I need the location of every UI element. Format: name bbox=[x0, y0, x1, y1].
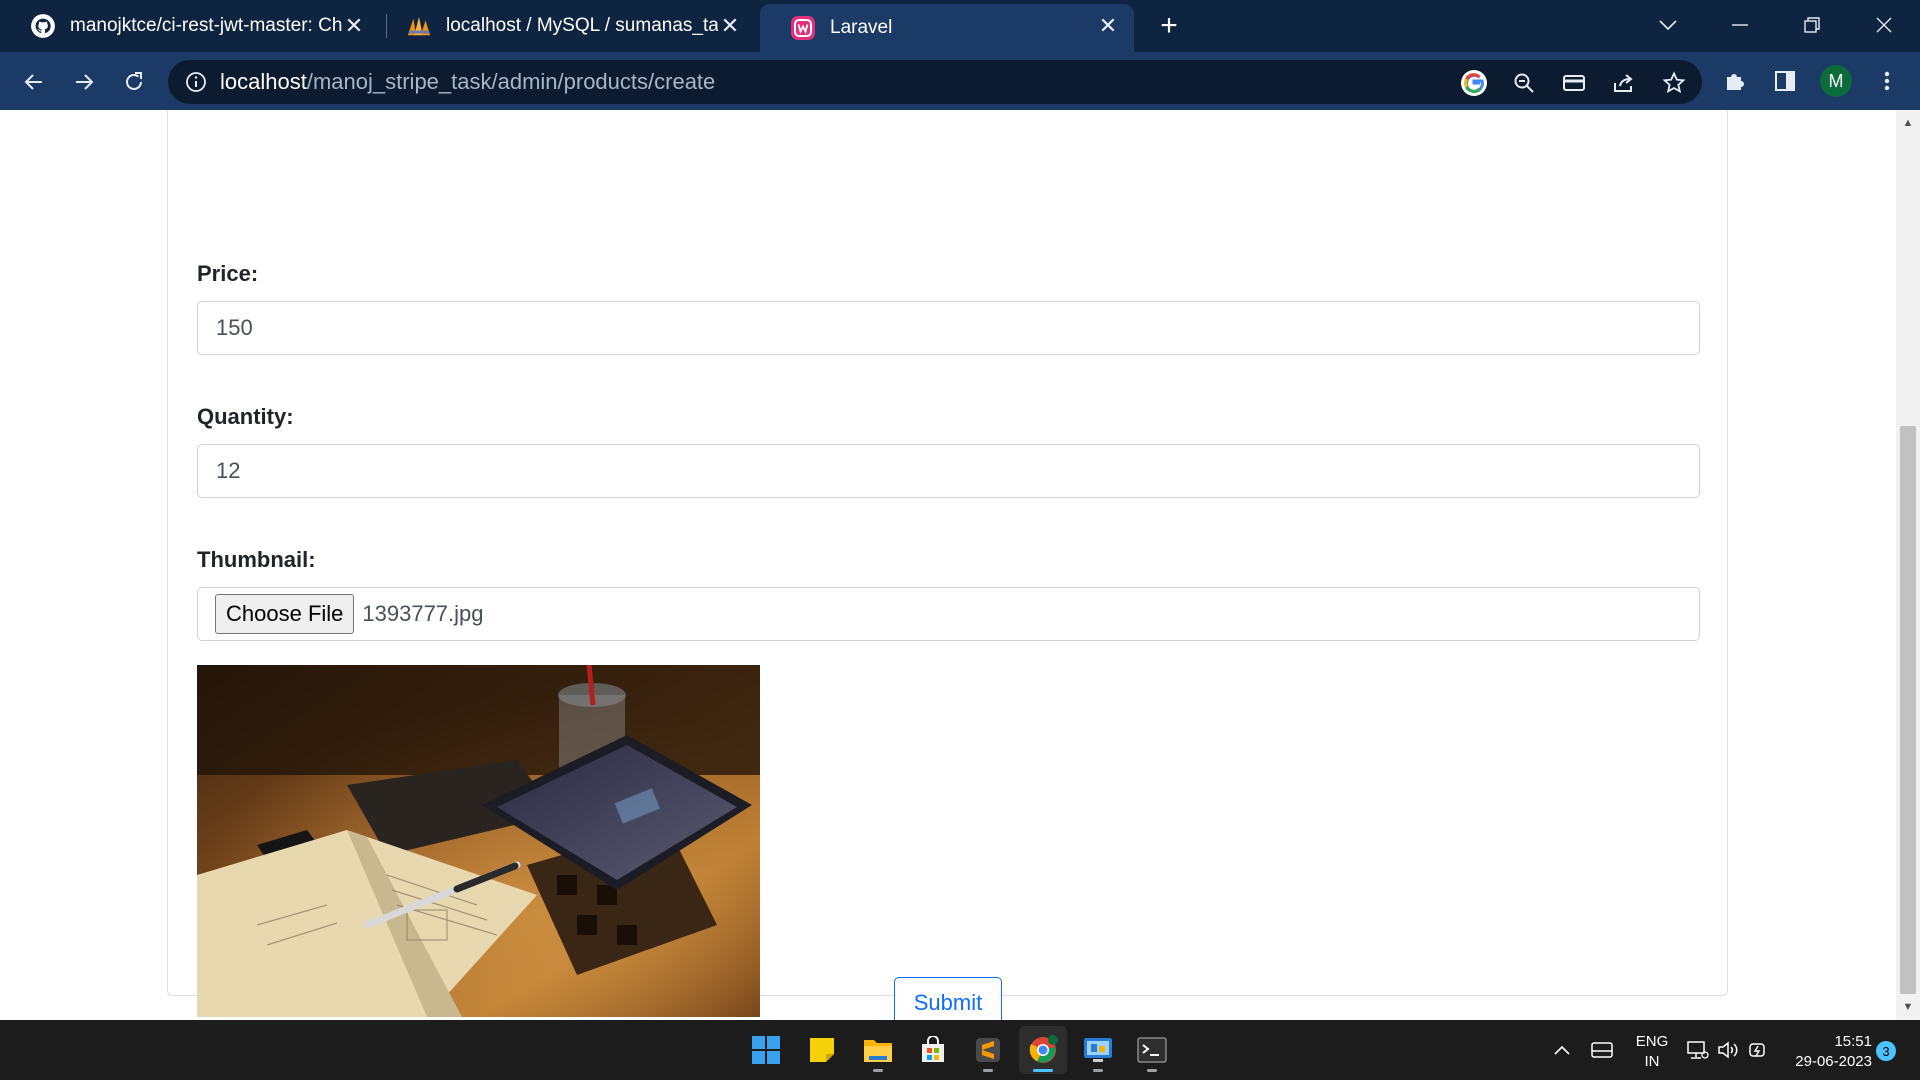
browser-tab-strip: manojktce/ci-rest-jwt-master: Ch ✕ local… bbox=[0, 0, 1920, 52]
file-explorer-icon[interactable] bbox=[854, 1026, 902, 1074]
quantity-input[interactable]: 12 bbox=[197, 444, 1700, 498]
scroll-down-arrow-icon[interactable]: ▼ bbox=[1896, 998, 1920, 1016]
new-tab-icon[interactable]: + bbox=[1153, 9, 1185, 42]
running-indicator bbox=[1033, 1069, 1053, 1072]
tab-title: Laravel bbox=[830, 17, 893, 38]
address-bar[interactable]: localhost/manoj_stripe_task/admin/produc… bbox=[168, 60, 1702, 104]
volume-icon[interactable] bbox=[1714, 1020, 1742, 1080]
product-form-card: Price: 150 Quantity: 12 Thumbnail: Choos… bbox=[167, 110, 1728, 1020]
card-payment-icon[interactable] bbox=[1559, 68, 1589, 98]
running-indicator bbox=[873, 1069, 883, 1072]
battery-charging-icon[interactable] bbox=[1744, 1020, 1772, 1080]
bookmark-star-icon[interactable] bbox=[1659, 68, 1689, 98]
scroll-up-arrow-icon[interactable]: ▲ bbox=[1896, 114, 1920, 132]
tab-laravel[interactable]: Laravel ✕ bbox=[760, 4, 1134, 52]
close-tab-icon[interactable]: ✕ bbox=[1096, 13, 1120, 38]
notification-count-badge[interactable]: 3 bbox=[1876, 1041, 1896, 1061]
running-indicator bbox=[983, 1069, 993, 1072]
terminal-icon[interactable] bbox=[1128, 1026, 1176, 1074]
page-scrollbar[interactable]: ▲ ▼ bbox=[1896, 110, 1920, 1020]
side-panel-icon[interactable] bbox=[1770, 66, 1800, 96]
extensions-puzzle-icon[interactable] bbox=[1720, 66, 1750, 96]
running-indicator bbox=[1093, 1069, 1103, 1072]
site-info-icon[interactable] bbox=[184, 70, 208, 94]
selected-file-name: 1393777.jpg bbox=[362, 601, 484, 626]
price-input[interactable]: 150 bbox=[197, 301, 1700, 355]
tab-title: manojktce/ci-rest-jwt-master: Ch bbox=[70, 15, 342, 36]
choose-file-button[interactable]: Choose File bbox=[215, 594, 355, 634]
profile-avatar[interactable]: M bbox=[1820, 65, 1852, 97]
phpmyadmin-icon bbox=[406, 13, 432, 39]
thumbnail-label: Thumbnail: bbox=[197, 547, 316, 572]
clock-time: 15:51 bbox=[1834, 1033, 1872, 1050]
page-viewport: Price: 150 Quantity: 12 Thumbnail: Choos… bbox=[0, 110, 1896, 1020]
windows-taskbar: ENG IN 15:51 29-06-2023 3 bbox=[0, 1020, 1920, 1080]
price-label: Price: bbox=[197, 261, 259, 286]
thumbnail-file-input[interactable]: Choose File 1393777.jpg bbox=[197, 587, 1700, 641]
minimize-icon[interactable] bbox=[1718, 8, 1762, 42]
url-text: localhost/manoj_stripe_task/admin/produc… bbox=[220, 69, 715, 95]
windows-start-icon[interactable] bbox=[742, 1026, 790, 1074]
sublime-text-icon[interactable] bbox=[964, 1026, 1012, 1074]
tab-github[interactable]: manojktce/ci-rest-jwt-master: Ch ✕ bbox=[0, 0, 380, 52]
url-path: /manoj_stripe_task/admin/products/create bbox=[306, 69, 716, 94]
running-indicator bbox=[1147, 1069, 1157, 1072]
quantity-label: Quantity: bbox=[197, 404, 294, 429]
close-tab-icon[interactable]: ✕ bbox=[718, 13, 742, 38]
zoom-icon[interactable] bbox=[1509, 68, 1539, 98]
close-tab-icon[interactable]: ✕ bbox=[342, 13, 366, 38]
microsoft-store-icon[interactable] bbox=[909, 1026, 957, 1074]
tab-title: localhost / MySQL / sumanas_tas bbox=[446, 15, 718, 36]
language-secondary: IN bbox=[1644, 1053, 1660, 1070]
thumbnail-preview-image bbox=[197, 665, 760, 1017]
url-host: localhost bbox=[220, 69, 307, 94]
reload-icon[interactable] bbox=[116, 64, 152, 100]
laravel-icon bbox=[790, 15, 816, 41]
forward-arrow-icon[interactable] bbox=[66, 64, 102, 100]
scrollbar-thumb[interactable] bbox=[1900, 426, 1916, 994]
browser-toolbar: localhost/manoj_stripe_task/admin/produc… bbox=[0, 52, 1920, 110]
show-hidden-icons-chevron-icon[interactable] bbox=[1550, 1020, 1574, 1080]
taskbar-clock[interactable]: 15:51 29-06-2023 bbox=[1776, 1032, 1872, 1072]
google-lens-icon[interactable] bbox=[1459, 68, 1489, 98]
input-language-indicator[interactable]: ENG IN bbox=[1630, 1032, 1674, 1072]
more-menu-icon[interactable] bbox=[1872, 66, 1902, 96]
share-icon[interactable] bbox=[1609, 68, 1639, 98]
submit-button[interactable]: Submit bbox=[894, 977, 1002, 1020]
sticky-notes-icon[interactable] bbox=[798, 1026, 846, 1074]
tab-search-chevron-icon[interactable] bbox=[1646, 8, 1690, 42]
clock-date: 29-06-2023 bbox=[1795, 1053, 1872, 1070]
github-icon bbox=[30, 13, 56, 39]
back-arrow-icon[interactable] bbox=[16, 64, 52, 100]
close-window-icon[interactable] bbox=[1862, 8, 1906, 42]
tab-phpmyadmin[interactable]: localhost / MySQL / sumanas_tas ✕ bbox=[376, 0, 756, 52]
network-icon[interactable] bbox=[1684, 1020, 1712, 1080]
restore-icon[interactable] bbox=[1790, 8, 1834, 42]
control-panel-icon[interactable] bbox=[1074, 1026, 1122, 1074]
chrome-icon[interactable] bbox=[1019, 1026, 1067, 1074]
language-primary: ENG bbox=[1635, 1033, 1669, 1050]
touch-keyboard-icon[interactable] bbox=[1588, 1020, 1616, 1080]
